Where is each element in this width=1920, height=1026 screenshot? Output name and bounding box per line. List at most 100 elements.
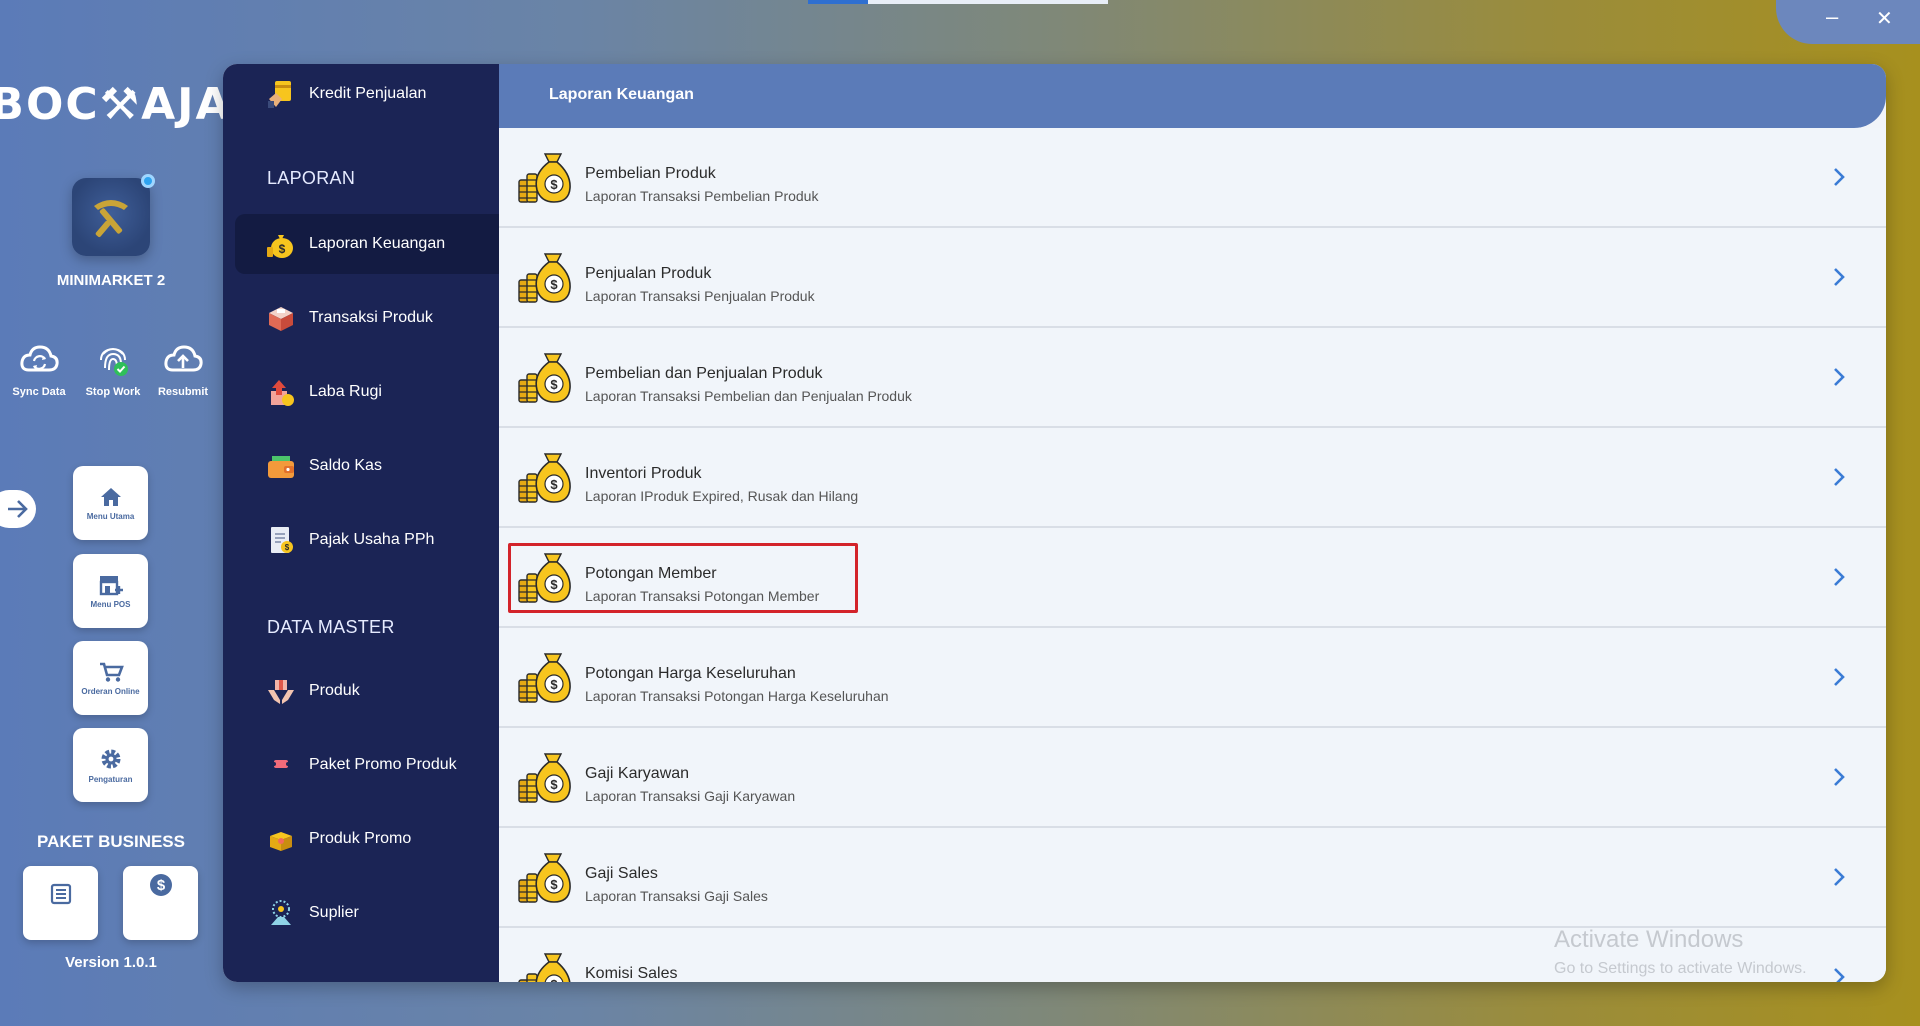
sidebar-item-laba-rugi[interactable]: Laba Rugi [235, 362, 499, 422]
cart-icon [99, 662, 124, 682]
report-row-subtitle: Laporan IProduk Expired, Rusak dan Hilan… [585, 488, 859, 504]
money-bag-icon: $ [518, 753, 571, 803]
menu-pos-tile[interactable]: Menu POS [73, 554, 148, 628]
arrow-right-icon [8, 500, 28, 518]
watermark-title: Activate Windows [1554, 926, 1744, 953]
svg-text:$: $ [550, 277, 558, 292]
sidebar-item-kredit-penjualan[interactable]: Kredit Penjualan [235, 64, 499, 124]
report-sidebar: Kredit Penjualan LAPORAN $ Laporan Keuan… [223, 64, 499, 982]
chevron-right-icon [1834, 668, 1845, 686]
sidebar-item-suplier[interactable]: Suplier [235, 883, 499, 943]
sidebar-item-label: Paket Promo Produk [309, 756, 457, 773]
svg-text:$: $ [550, 977, 558, 982]
sidebar-item-label: Transaksi Produk [309, 309, 433, 326]
report-row-icon: $ [517, 150, 571, 204]
sidebar-item-transaksi-produk[interactable]: Transaksi Produk [235, 288, 499, 348]
svg-text:$: $ [550, 677, 558, 692]
gift-box-icon [270, 832, 292, 851]
sidebar-item-laporan-keuangan[interactable]: $ Laporan Keuangan [235, 214, 499, 274]
money-bag-icon: $ [518, 153, 571, 203]
svg-text:$: $ [279, 242, 286, 256]
stop-work-button[interactable]: Stop Work [75, 342, 151, 398]
left-rail: BOC⚒AJA MINIMARKET 2 Sync Data Stop Work… [0, 0, 230, 1026]
chevron-right-icon[interactable] [1830, 766, 1848, 788]
svg-text:$: $ [550, 777, 558, 792]
report-row-icon: $ [517, 650, 571, 704]
money-bag-icon: $ [518, 953, 571, 982]
chevron-right-icon[interactable] [1830, 166, 1848, 188]
store-avatar[interactable] [72, 178, 150, 256]
report-row[interactable]: $ Pembelian dan Penjualan Produk Laporan T… [499, 328, 1886, 428]
bayar-paket-tile[interactable]: $ Bayar Paket [123, 866, 198, 940]
report-row[interactable]: $ Potongan Member Laporan Transaksi Potong… [499, 528, 1886, 628]
chevron-right-icon [1834, 568, 1845, 586]
chevron-right-icon[interactable] [1830, 366, 1848, 388]
svg-text:$: $ [550, 477, 558, 492]
report-row[interactable]: $ Pembelian Produk Laporan Transaksi Pembe… [499, 128, 1886, 228]
menu-utama-tile[interactable]: Menu Utama [73, 466, 148, 540]
sync-data-button[interactable]: Sync Data [1, 342, 77, 398]
sidebar-item-pajak-usaha[interactable]: $ Pajak Usaha PPh [235, 510, 499, 570]
report-row-title: Pembelian dan Penjualan Produk [585, 365, 823, 382]
sidebar-item-label: Pajak Usaha PPh [309, 531, 435, 548]
report-row-subtitle: Laporan Transaksi Pembelian Produk [585, 188, 819, 204]
report-row[interactable]: $ Potongan Harga Keseluruhan Laporan Trans… [499, 628, 1886, 728]
pengaturan-tile[interactable]: Pengaturan [73, 728, 148, 802]
store-name: MINIMARKET 2 [56, 272, 166, 289]
ticket-icon [272, 760, 290, 768]
chevron-right-icon[interactable] [1830, 466, 1848, 488]
svg-text:$: $ [285, 543, 290, 552]
resubmit-button[interactable]: Resubmit [145, 342, 221, 398]
pengaturan-label: Pengaturan [88, 774, 133, 784]
svg-text:$: $ [550, 177, 558, 192]
chevron-right-icon [1834, 368, 1845, 386]
cloud-upload-icon [164, 345, 203, 372]
money-bag-icon: $ [518, 353, 571, 403]
dollar-icon: $ [149, 874, 172, 896]
money-bag-icon: $ [518, 853, 571, 903]
sidebar-item-produk[interactable]: Produk [235, 661, 499, 721]
svg-text:$: $ [550, 877, 558, 892]
list-icon [50, 883, 71, 905]
sidebar-item-label: Produk Promo [309, 830, 412, 847]
report-row-title: Pembelian Produk [585, 165, 716, 182]
report-row-icon: $ [517, 850, 571, 904]
content-header: Laporan Keuangan [499, 64, 1886, 128]
store-icon [99, 575, 123, 595]
sidebar-section-data-master: DATA MASTER [267, 617, 395, 637]
report-row-title: Penjualan Produk [585, 265, 712, 282]
report-row[interactable]: $ Gaji Sales Laporan Transaksi Gaji Sales [499, 828, 1886, 928]
minimize-button[interactable]: – [1826, 4, 1838, 30]
money-bag-icon: $ [518, 253, 571, 303]
profit-icon [271, 380, 294, 406]
report-row-title: Potongan Member [585, 565, 717, 582]
chevron-right-icon[interactable] [1830, 566, 1848, 588]
sidebar-section-laporan: LAPORAN [267, 168, 356, 188]
report-row[interactable]: $ Inventori Produk Laporan IProduk Expired… [499, 428, 1886, 528]
menu-utama-label: Menu Utama [86, 511, 135, 521]
chevron-right-icon[interactable] [1830, 966, 1848, 982]
home-icon [100, 487, 121, 506]
report-row-subtitle: Laporan Transaksi Potongan Member [585, 588, 820, 604]
report-row-subtitle: Laporan Transaksi Penjualan Produk [585, 288, 815, 304]
chevron-right-icon [1834, 468, 1845, 486]
resubmit-label: Resubmit [157, 386, 209, 398]
report-row[interactable]: $ Gaji Karyawan Laporan Transaksi Gaji Kar… [499, 728, 1886, 828]
report-row[interactable]: $ Penjualan Produk Laporan Transaksi Penju… [499, 228, 1886, 328]
app-version: Version 1.0.1 [65, 954, 157, 971]
chevron-right-icon[interactable] [1830, 266, 1848, 288]
sidebar-item-paket-promo[interactable]: Paket Promo Produk [235, 735, 499, 795]
report-row-icon: $ [517, 250, 571, 304]
sidebar-item-produk-promo[interactable]: Produk Promo [235, 809, 499, 869]
chevron-right-icon[interactable] [1830, 866, 1848, 888]
orderan-online-tile[interactable]: Orderan Online [73, 641, 148, 715]
expand-sidebar-button[interactable] [0, 490, 36, 528]
close-button[interactable]: ✕ [1876, 6, 1893, 31]
histori-tile[interactable]: Histori [23, 866, 98, 940]
sidebar-item-saldo-kas[interactable]: Saldo Kas [235, 436, 499, 496]
title-bar-indicator [808, 0, 1108, 4]
chevron-right-icon[interactable] [1830, 666, 1848, 688]
money-bag-icon: $ [518, 653, 571, 703]
wallet-icon [268, 456, 294, 478]
sidebar-item-label: Produk [309, 682, 360, 699]
